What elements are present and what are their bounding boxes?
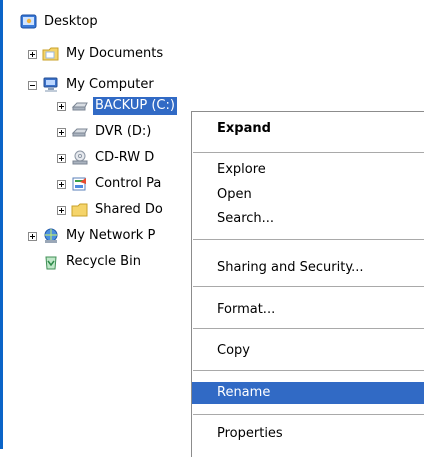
menu-item-explore[interactable]: Explore (192, 159, 424, 181)
hard-drive-icon (71, 102, 88, 111)
folder-icon (71, 203, 88, 217)
menu-item-properties[interactable]: Properties (192, 423, 424, 445)
expand-plus-icon[interactable] (57, 153, 66, 163)
menu-separator (193, 414, 424, 415)
tree-label: My Network P (66, 228, 156, 243)
tree-label: Recycle Bin (66, 254, 141, 269)
tree-label: My Computer (66, 77, 154, 92)
menu-item-copy[interactable]: Copy (192, 340, 424, 362)
tree-label: My Documents (66, 46, 164, 61)
menu-separator (193, 286, 424, 287)
computer-icon (43, 77, 58, 92)
tree-item-my-network[interactable]: My Network P (28, 226, 157, 246)
expand-plus-icon[interactable] (57, 179, 66, 189)
expand-plus-icon[interactable] (57, 101, 66, 111)
hard-drive-icon (71, 128, 88, 137)
menu-separator (193, 239, 424, 240)
tree-label: BACKUP (C:) (93, 97, 177, 115)
tree-item-cdrw-drive[interactable]: CD-RW D (57, 148, 156, 168)
menu-separator (193, 152, 424, 153)
tree-item-backup-drive[interactable]: BACKUP (C:) (57, 96, 177, 116)
cd-drive-icon (72, 150, 88, 165)
tree-item-recycle-bin[interactable]: Recycle Bin (42, 252, 143, 272)
tree-item-desktop[interactable]: Desktop (20, 12, 100, 32)
desktop-icon (20, 14, 37, 29)
tree-item-shared-documents[interactable]: Shared Do (57, 200, 165, 220)
context-menu: Expand Explore Open Search... Sharing an… (191, 111, 424, 457)
menu-separator (193, 370, 424, 371)
collapse-minus-icon[interactable] (28, 80, 37, 90)
tree-item-dvr-drive[interactable]: DVR (D:) (57, 122, 153, 142)
folder-documents-icon (42, 47, 59, 61)
tree-item-my-computer[interactable]: My Computer (28, 75, 156, 95)
expand-plus-icon[interactable] (28, 49, 37, 59)
control-panel-icon (72, 177, 86, 191)
pane-left-border (0, 0, 3, 449)
tree-item-control-panel[interactable]: Control Pa (57, 174, 163, 194)
menu-item-expand[interactable]: Expand (192, 118, 424, 140)
menu-item-search[interactable]: Search... (192, 208, 424, 230)
tree-label: DVR (D:) (95, 124, 152, 139)
tree-label: Control Pa (95, 176, 162, 191)
menu-item-open[interactable]: Open (192, 184, 424, 206)
tree-item-my-documents[interactable]: My Documents (28, 44, 165, 64)
menu-item-rename[interactable]: Rename (192, 382, 424, 404)
expand-plus-icon[interactable] (57, 205, 66, 215)
menu-item-format[interactable]: Format... (192, 299, 424, 321)
expand-plus-icon[interactable] (57, 127, 66, 137)
recycle-bin-icon (45, 256, 57, 270)
menu-item-sharing-security[interactable]: Sharing and Security... (192, 257, 424, 279)
menu-separator (193, 328, 424, 329)
expand-plus-icon[interactable] (28, 231, 37, 241)
network-icon (44, 228, 58, 243)
tree-label: CD-RW D (95, 150, 155, 165)
tree-label: Desktop (44, 14, 98, 29)
tree-label: Shared Do (95, 202, 163, 217)
